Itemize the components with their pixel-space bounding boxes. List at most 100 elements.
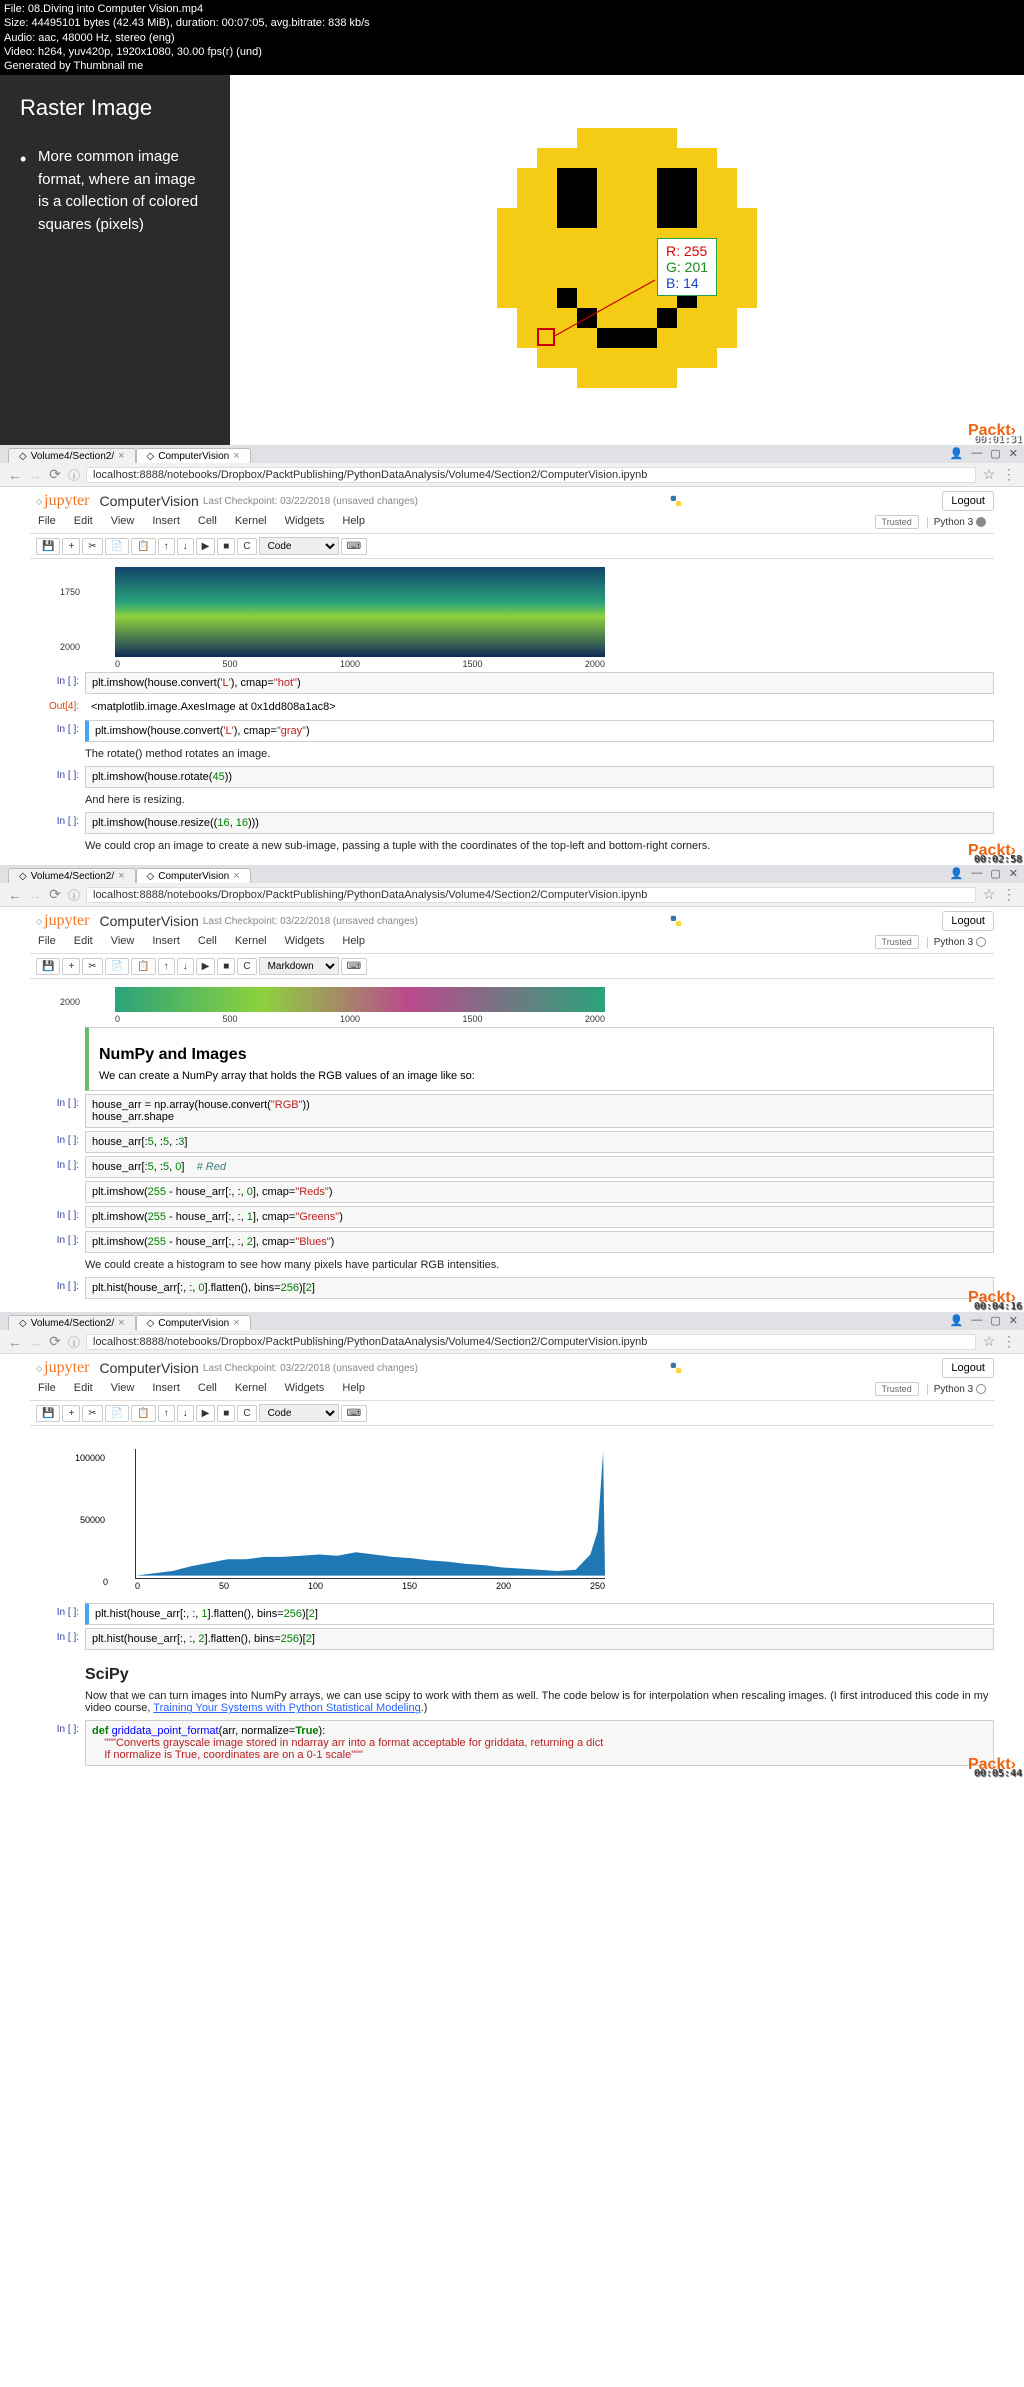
minimize-icon[interactable]: — <box>971 1314 982 1327</box>
logout-button[interactable]: Logout <box>942 491 994 511</box>
move-down-button[interactable]: ↓ <box>177 958 194 975</box>
stop-button[interactable]: ■ <box>217 538 235 555</box>
tab-close-icon[interactable]: × <box>118 450 124 462</box>
add-cell-button[interactable]: + <box>62 1405 80 1422</box>
paste-button[interactable]: 📋 <box>131 1405 155 1422</box>
celltype-select[interactable]: Code <box>259 537 339 555</box>
star-icon[interactable]: ☆ <box>982 1333 996 1350</box>
restart-button[interactable]: C <box>237 958 256 975</box>
logout-button[interactable]: Logout <box>942 1358 994 1378</box>
user-icon[interactable]: 👤 <box>950 1314 964 1327</box>
celltype-select[interactable]: Code <box>259 1404 339 1422</box>
kernel-name[interactable]: Python 3 <box>927 937 986 948</box>
menu-file[interactable]: File <box>38 935 56 949</box>
user-icon[interactable]: 👤 <box>950 867 964 880</box>
kernel-name[interactable]: Python 3 <box>927 517 986 528</box>
move-down-button[interactable]: ↓ <box>177 1405 194 1422</box>
menu-icon[interactable]: ⋮ <box>1002 1333 1016 1350</box>
minimize-icon[interactable]: — <box>971 447 982 460</box>
menu-help[interactable]: Help <box>342 515 365 529</box>
code-cell[interactable]: plt.imshow(255 - house_arr[:, :, 0], cma… <box>85 1181 994 1203</box>
stop-button[interactable]: ■ <box>217 958 235 975</box>
reload-icon[interactable]: ⟳ <box>48 1333 62 1350</box>
tab-volume4[interactable]: ◇Volume4/Section2/× <box>8 1315 136 1330</box>
reload-icon[interactable]: ⟳ <box>48 466 62 483</box>
menu-insert[interactable]: Insert <box>152 515 180 529</box>
restart-button[interactable]: C <box>237 538 256 555</box>
add-cell-button[interactable]: + <box>62 958 80 975</box>
notebook-title[interactable]: ComputerVision <box>99 1360 198 1376</box>
code-cell-active[interactable]: plt.hist(house_arr[:, :, 1].flatten(), b… <box>85 1603 994 1625</box>
tab-close-icon[interactable]: × <box>233 870 239 882</box>
maximize-icon[interactable]: ▢ <box>990 447 1000 460</box>
url-input[interactable]: localhost:8888/notebooks/Dropbox/PacktPu… <box>86 1334 976 1350</box>
tab-computervision[interactable]: ◇ComputerVision× <box>136 448 251 463</box>
link-training-course[interactable]: Training Your Systems with Python Statis… <box>153 1702 420 1714</box>
move-up-button[interactable]: ↑ <box>158 1405 175 1422</box>
cut-button[interactable]: ✂ <box>82 1405 102 1422</box>
back-icon[interactable]: ← <box>8 467 22 483</box>
maximize-icon[interactable]: ▢ <box>990 867 1000 880</box>
menu-widgets[interactable]: Widgets <box>285 935 325 949</box>
cut-button[interactable]: ✂ <box>82 958 102 975</box>
menu-insert[interactable]: Insert <box>152 935 180 949</box>
menu-view[interactable]: View <box>111 935 135 949</box>
forward-icon[interactable]: → <box>28 887 42 903</box>
minimize-icon[interactable]: — <box>971 867 982 880</box>
back-icon[interactable]: ← <box>8 1334 22 1350</box>
code-cell[interactable]: house_arr = np.array(house.convert("RGB"… <box>85 1094 994 1128</box>
save-button[interactable]: 💾 <box>36 958 60 975</box>
tab-close-icon[interactable]: × <box>118 1317 124 1329</box>
copy-button[interactable]: 📄 <box>105 1405 129 1422</box>
code-cell[interactable]: plt.imshow(house.resize((16, 16))) <box>85 812 994 834</box>
maximize-icon[interactable]: ▢ <box>990 1314 1000 1327</box>
markdown-cell-active[interactable]: NumPy and Images We can create a NumPy a… <box>85 1027 994 1091</box>
menu-cell[interactable]: Cell <box>198 1382 217 1396</box>
menu-help[interactable]: Help <box>342 1382 365 1396</box>
url-input[interactable]: localhost:8888/notebooks/Dropbox/PacktPu… <box>86 467 976 483</box>
code-cell[interactable]: plt.imshow(255 - house_arr[:, :, 1], cma… <box>85 1206 994 1228</box>
logout-button[interactable]: Logout <box>942 911 994 931</box>
reload-icon[interactable]: ⟳ <box>48 886 62 903</box>
star-icon[interactable]: ☆ <box>982 886 996 903</box>
copy-button[interactable]: 📄 <box>105 538 129 555</box>
close-icon[interactable]: ✕ <box>1009 447 1018 460</box>
menu-view[interactable]: View <box>111 515 135 529</box>
code-cell[interactable]: plt.hist(house_arr[:, :, 0].flatten(), b… <box>85 1277 994 1299</box>
menu-cell[interactable]: Cell <box>198 515 217 529</box>
tab-computervision[interactable]: ◇ComputerVision× <box>136 868 251 883</box>
trusted-badge[interactable]: Trusted <box>875 515 919 529</box>
trusted-badge[interactable]: Trusted <box>875 1382 919 1396</box>
menu-insert[interactable]: Insert <box>152 1382 180 1396</box>
menu-cell[interactable]: Cell <box>198 935 217 949</box>
code-cell[interactable]: def griddata_point_format(arr, normalize… <box>85 1720 994 1766</box>
menu-icon[interactable]: ⋮ <box>1002 886 1016 903</box>
tab-computervision[interactable]: ◇ComputerVision× <box>136 1315 251 1330</box>
close-icon[interactable]: ✕ <box>1009 1314 1018 1327</box>
paste-button[interactable]: 📋 <box>131 958 155 975</box>
code-cell[interactable]: house_arr[:5, :5, :3] <box>85 1131 994 1153</box>
add-cell-button[interactable]: + <box>62 538 80 555</box>
menu-edit[interactable]: Edit <box>74 1382 93 1396</box>
star-icon[interactable]: ☆ <box>982 466 996 483</box>
save-button[interactable]: 💾 <box>36 538 60 555</box>
forward-icon[interactable]: → <box>28 1334 42 1350</box>
command-palette-button[interactable]: ⌨ <box>341 538 367 555</box>
menu-kernel[interactable]: Kernel <box>235 935 267 949</box>
copy-button[interactable]: 📄 <box>105 958 129 975</box>
forward-icon[interactable]: → <box>28 467 42 483</box>
tab-close-icon[interactable]: × <box>233 1317 239 1329</box>
run-button[interactable]: ▶ <box>196 1405 216 1422</box>
tab-volume4[interactable]: ◇Volume4/Section2/× <box>8 868 136 883</box>
code-cell[interactable]: plt.imshow(house.rotate(45)) <box>85 766 994 788</box>
celltype-select[interactable]: Markdown <box>259 957 339 975</box>
jupyter-logo[interactable]: jupyter <box>30 1359 95 1377</box>
menu-help[interactable]: Help <box>342 935 365 949</box>
notebook-title[interactable]: ComputerVision <box>99 493 198 509</box>
menu-kernel[interactable]: Kernel <box>235 515 267 529</box>
menu-edit[interactable]: Edit <box>74 515 93 529</box>
restart-button[interactable]: C <box>237 1405 256 1422</box>
jupyter-logo[interactable]: jupyter <box>30 492 95 510</box>
trusted-badge[interactable]: Trusted <box>875 935 919 949</box>
save-button[interactable]: 💾 <box>36 1405 60 1422</box>
